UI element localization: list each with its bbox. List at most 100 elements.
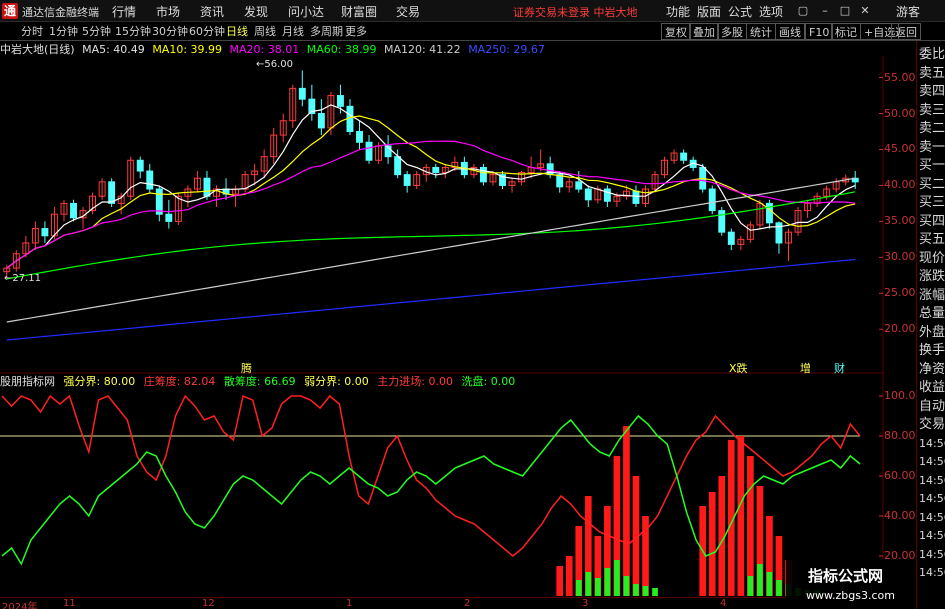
tool-huaxian-button[interactable]: 画线 [775, 23, 805, 40]
ma10-value: MA10: 39.99 [152, 43, 223, 56]
x-axis: 2024年 11 12 1 2 3 4 [0, 597, 880, 609]
right-panel-item[interactable]: 收益 [919, 378, 945, 398]
period-15min[interactable]: 15分钟 [112, 23, 154, 40]
right-panel-item[interactable]: 14:56 [919, 563, 945, 583]
right-panel-item[interactable]: 14:56 [919, 471, 945, 491]
candle-body [680, 152, 688, 161]
tool-tongji-button[interactable]: 统计 [746, 23, 776, 40]
right-panel-item[interactable]: 交易 [919, 415, 945, 435]
wash-bar [652, 588, 658, 596]
price-tick-label: 45.00 [884, 142, 916, 156]
indicator-tick-label: 60.00 [884, 469, 916, 482]
right-panel-item[interactable]: 卖四 [919, 82, 945, 102]
guest-label[interactable]: 游客 [896, 3, 920, 20]
right-panel-item[interactable]: 现价 [919, 249, 945, 269]
candle-body [136, 159, 144, 172]
right-panel-item[interactable]: 卖五 [919, 64, 945, 84]
main-entry-bar [708, 492, 716, 596]
period-daily[interactable]: 日线 [223, 23, 251, 40]
right-panel-item[interactable]: 委比 [919, 45, 945, 65]
login-status: 证券交易未登录 中岩大地 [513, 6, 638, 19]
period-60min[interactable]: 60分钟 [186, 23, 228, 40]
wash-bar [776, 580, 782, 596]
tool-duogu-button[interactable]: 多股 [717, 23, 747, 40]
right-panel-item[interactable]: 买四 [919, 212, 945, 232]
right-panel-item[interactable]: 买一 [919, 156, 945, 176]
menu-wenxiaoda[interactable]: 问小达 [288, 3, 324, 20]
right-panel-item[interactable]: 卖三 [919, 101, 945, 121]
tool-biaoji-button[interactable]: 标记 [831, 23, 861, 40]
right-panel-item[interactable]: 卖二 [919, 119, 945, 139]
menu-gongneng[interactable]: 功能 [666, 3, 690, 20]
minimize-icon[interactable]: – [818, 4, 832, 17]
right-panel-item[interactable]: 14:56 [919, 452, 945, 472]
kline-chart[interactable] [0, 56, 884, 597]
maximize-icon[interactable]: □ [838, 4, 852, 17]
period-30min[interactable]: 30分钟 [149, 23, 191, 40]
price-tick-label: 20.00 [884, 322, 916, 336]
tool-fuquan-button[interactable]: 复权 [661, 23, 691, 40]
xlabel-3: 3 [582, 598, 589, 609]
period-multi[interactable]: 多周期 [307, 23, 346, 40]
tool-back-button[interactable]: 返回 [891, 23, 921, 40]
menu-xuanxiang[interactable]: 选项 [759, 3, 783, 20]
menu-shichang[interactable]: 市场 [156, 3, 180, 20]
menu-hangqing[interactable]: 行情 [112, 3, 136, 20]
stock-name[interactable]: 中岩大地(日线) [0, 43, 75, 56]
price-tick-label: 30.00 [884, 250, 916, 264]
close-icon[interactable]: ✕ [858, 4, 872, 17]
tool-f10-button[interactable]: F10 [805, 23, 834, 40]
menu-zixun[interactable]: 资讯 [200, 3, 224, 20]
zhuang-value: 庄筹度: 82.04 [143, 375, 216, 388]
right-panel-item[interactable]: 买五 [919, 230, 945, 250]
menu-jiaoyi[interactable]: 交易 [396, 3, 420, 20]
indicator-name[interactable]: 股朋指标网 [0, 375, 55, 388]
menu-gongshi[interactable]: 公式 [728, 3, 752, 20]
period-fenshi[interactable]: 分时 [18, 23, 46, 40]
right-panel-item[interactable]: 自动 [919, 397, 945, 417]
right-panel-item[interactable]: 总量 [919, 304, 945, 324]
right-panel-item[interactable]: 外盘 [919, 323, 945, 343]
xlabel-2: 2 [464, 598, 471, 609]
candle-body [203, 177, 211, 197]
right-panel-item[interactable]: 买二 [919, 175, 945, 195]
menu-banmian[interactable]: 版面 [697, 3, 721, 20]
candle-body [146, 170, 154, 190]
indicator-tick-label: 40.00 [884, 509, 916, 522]
right-panel-item[interactable]: 买三 [919, 193, 945, 213]
price-tick-label: 55.00 [884, 70, 916, 84]
candle-body [403, 174, 411, 186]
right-panel-item[interactable]: 净资 [919, 360, 945, 380]
right-panel-item[interactable]: 涨跌 [919, 267, 945, 287]
period-monthly[interactable]: 月线 [279, 23, 307, 40]
period-5min[interactable]: 5分钟 [79, 23, 114, 40]
wash-bar [633, 584, 639, 596]
right-panel-item[interactable]: 14:56 [919, 434, 945, 454]
price-tick-label: 50.00 [884, 106, 916, 120]
xlabel-12: 12 [202, 598, 215, 609]
period-weekly[interactable]: 周线 [251, 23, 279, 40]
indicator-header: 股朋指标网 强分界: 80.00 庄筹度: 82.04 散筹度: 66.69 弱… [0, 373, 880, 388]
xlabel-11: 11 [63, 598, 76, 609]
candle-body [298, 87, 306, 100]
wash-bar [766, 572, 773, 596]
tool-diejia-button[interactable]: 叠加 [689, 23, 719, 40]
candle-body [479, 166, 487, 183]
right-panel-item[interactable]: 涨幅 [919, 286, 945, 306]
ma-header: 中岩大地(日线) MA5: 40.49 MA10: 39.99 MA20: 38… [0, 41, 900, 56]
period-more[interactable]: 更多 [342, 23, 370, 40]
right-panel-item[interactable]: 14:56 [919, 526, 945, 546]
wash-bar [604, 568, 611, 596]
right-panel-item[interactable]: 14:56 [919, 508, 945, 528]
right-panel-item[interactable]: 换手 [919, 341, 945, 361]
window-list-icon[interactable]: ▢ [796, 4, 810, 17]
candle-body [432, 166, 440, 173]
right-panel-item[interactable]: 14:56 [919, 489, 945, 509]
menu-caifuquan[interactable]: 财富圈 [341, 3, 377, 20]
right-panel-item[interactable]: 14:56 [919, 545, 945, 565]
right-panel-item[interactable]: 卖一 [919, 138, 945, 158]
menu-faxian[interactable]: 发现 [244, 3, 268, 20]
candle-body [41, 228, 49, 237]
period-1min[interactable]: 1分钟 [46, 23, 81, 40]
candle-body [394, 156, 402, 176]
